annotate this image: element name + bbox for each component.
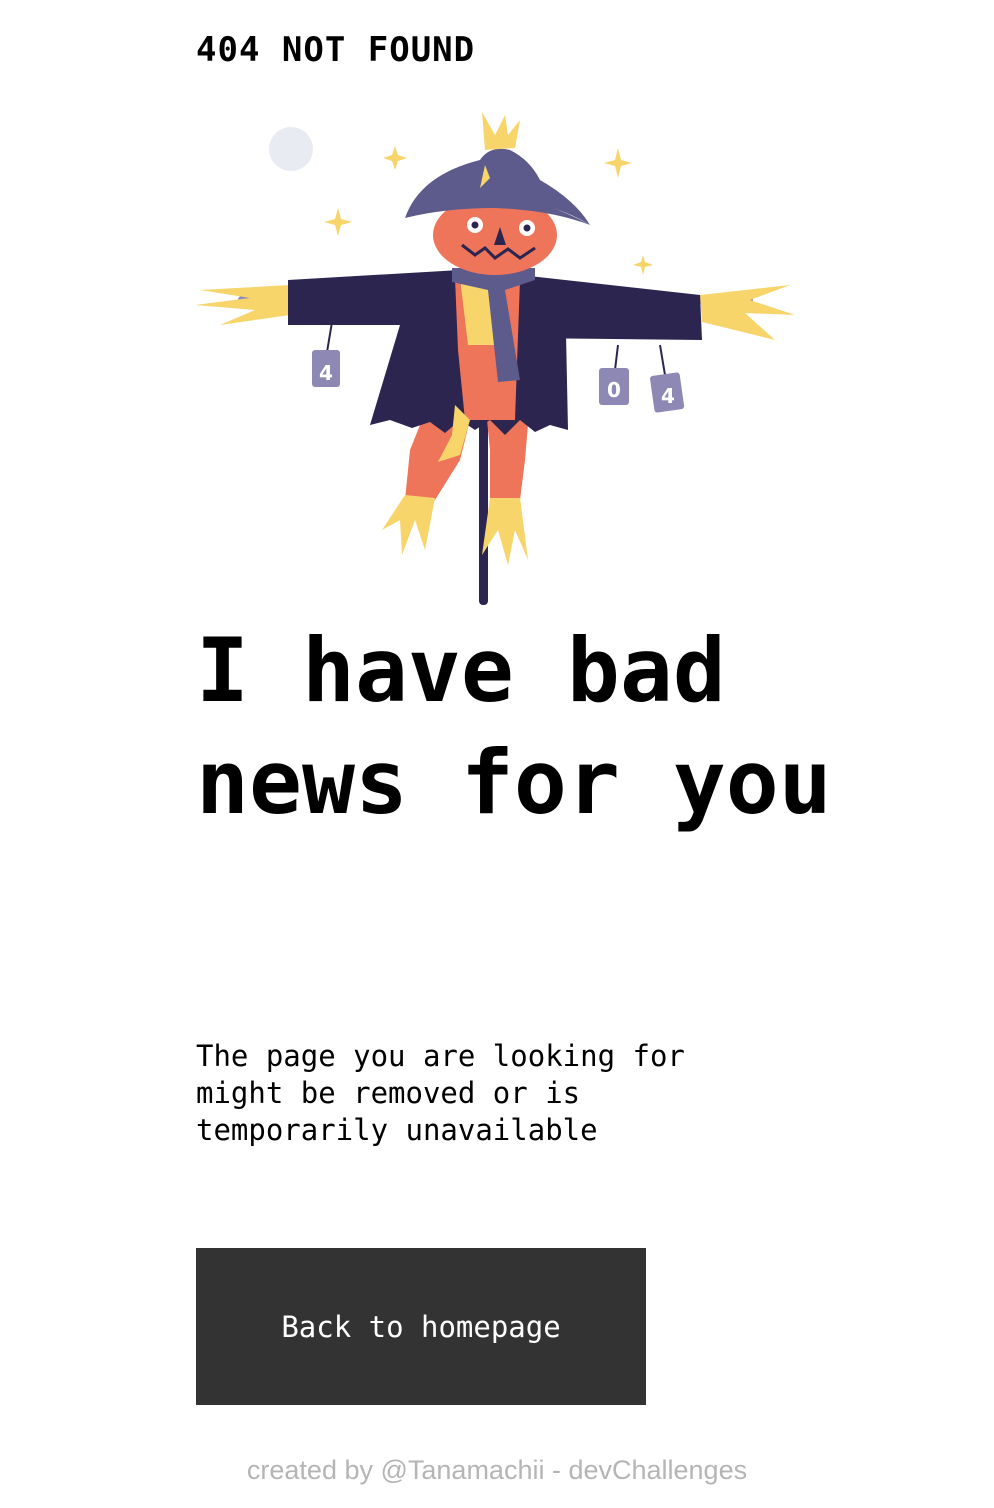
moon-icon	[269, 127, 313, 171]
headline: I have bad news for you	[196, 619, 832, 834]
footer-credit[interactable]: created by @Tanamachii - devChallenges	[0, 1455, 994, 1486]
can-label: 0	[607, 378, 621, 402]
right-hand-straw	[700, 285, 795, 340]
can-middle: 0	[599, 344, 629, 405]
can-right: 4	[650, 344, 685, 413]
scarecrow-illustration: 4 0 4	[195, 112, 795, 605]
scarecrow-pole	[479, 395, 488, 605]
can-label: 4	[661, 384, 675, 408]
left-hand-straw	[195, 285, 290, 325]
brand-title: 404 NOT FOUND	[196, 30, 476, 70]
hat-straw	[482, 112, 520, 150]
left-foot-straw	[382, 495, 435, 555]
can-label: 4	[319, 361, 333, 385]
description-text: The page you are looking for might be re…	[196, 1039, 685, 1147]
can-left: 4	[312, 321, 340, 387]
right-foot-straw	[482, 498, 528, 565]
back-to-homepage-button[interactable]: Back to homepage	[196, 1248, 646, 1405]
